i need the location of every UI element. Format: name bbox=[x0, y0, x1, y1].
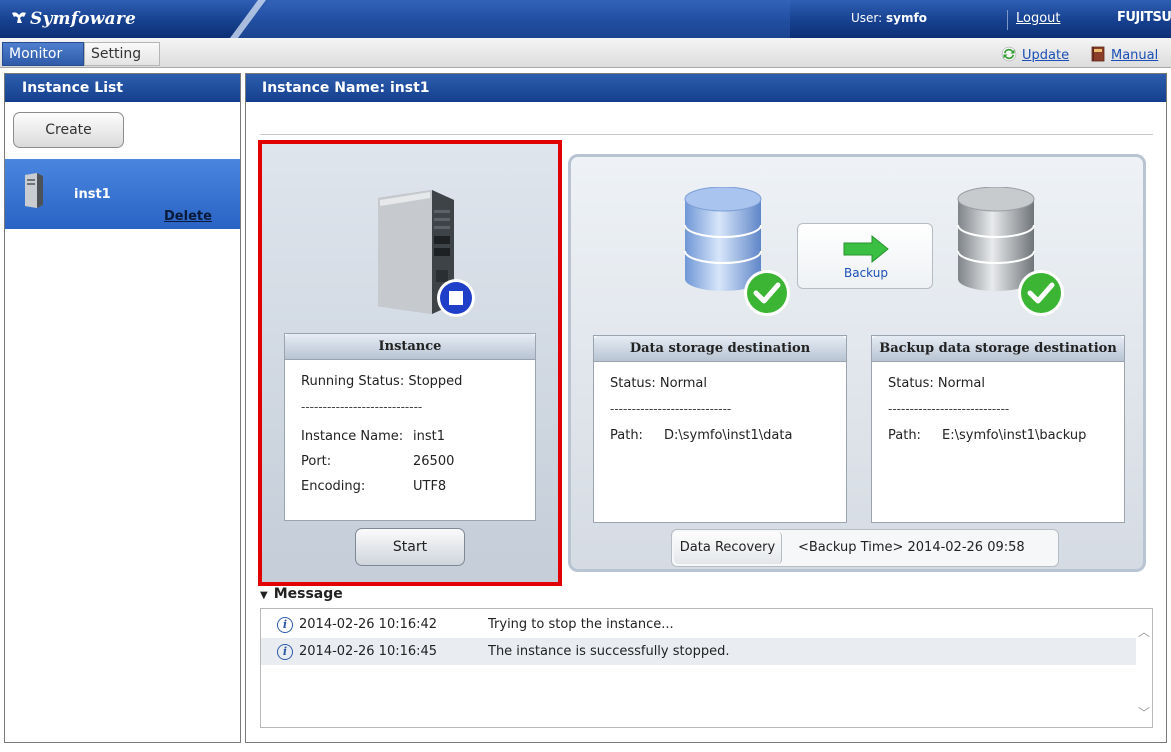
backup-indicator: Backup bbox=[797, 223, 933, 289]
data-status-check-icon bbox=[744, 270, 790, 316]
manual-label: Manual bbox=[1111, 48, 1159, 63]
user-info: User: symfo bbox=[851, 11, 927, 25]
delete-instance-link[interactable]: Delete bbox=[164, 209, 212, 224]
message-section-toggle[interactable]: ▼ Message bbox=[260, 586, 343, 602]
instance-name-row: Instance Name: inst1 bbox=[301, 429, 445, 444]
port-label: Port: bbox=[301, 454, 332, 469]
message-time: 2014-02-26 10:16:42 bbox=[299, 617, 438, 632]
tab-setting[interactable]: Setting bbox=[84, 42, 160, 66]
arrow-right-icon bbox=[843, 234, 889, 264]
manual-link[interactable]: Manual bbox=[1090, 46, 1158, 63]
instance-list-item[interactable]: inst1 Delete bbox=[5, 159, 240, 229]
backup-status-check-icon bbox=[1018, 270, 1064, 316]
data-storage-path-label: Path: bbox=[610, 428, 643, 443]
backup-storage-path-label: Path: bbox=[888, 428, 921, 443]
data-recovery-bar: Data Recovery <Backup Time> 2014-02-26 0… bbox=[671, 529, 1059, 567]
port-row: Port: 26500 bbox=[301, 454, 454, 469]
message-list: i 2014-02-26 10:16:42 Trying to stop the… bbox=[260, 608, 1153, 728]
data-storage-path-value: D:\symfo\inst1\data bbox=[664, 428, 793, 443]
message-row: i 2014-02-26 10:16:45 The instance is su… bbox=[261, 638, 1136, 665]
menu-bar: Monitor Setting Update Manual bbox=[0, 38, 1171, 68]
message-title: Message bbox=[273, 586, 343, 602]
data-storage-separator: ---------------------------- bbox=[610, 402, 732, 416]
instance-card-title: Instance bbox=[285, 334, 535, 360]
instance-info-card: Instance Running Status: Stopped -------… bbox=[284, 333, 536, 521]
data-storage-title: Data storage destination bbox=[594, 336, 846, 362]
top-banner: Symfoware User: symfo Logout FUJITSU bbox=[0, 0, 1171, 38]
update-label: Update bbox=[1022, 48, 1070, 63]
data-recovery-button[interactable]: Data Recovery bbox=[674, 532, 782, 564]
symfoware-logo-icon bbox=[12, 12, 26, 23]
instance-status-section: Instance Running Status: Stopped -------… bbox=[258, 140, 562, 586]
logout-link[interactable]: Logout bbox=[1016, 11, 1061, 26]
collapse-triangle-icon: ▼ bbox=[260, 590, 268, 601]
refresh-icon bbox=[1001, 46, 1017, 62]
update-link[interactable]: Update bbox=[1001, 46, 1069, 63]
instance-name: inst1 bbox=[74, 187, 111, 202]
encoding-label: Encoding: bbox=[301, 479, 366, 494]
start-button[interactable]: Start bbox=[355, 528, 465, 566]
info-icon: i bbox=[277, 617, 293, 633]
instance-detail-panel: Instance Name: inst1 Instance Running St… bbox=[245, 73, 1167, 743]
data-storage-path-row: Path: D:\symfo\inst1\data bbox=[610, 428, 792, 443]
user-name: symfo bbox=[886, 11, 927, 25]
instance-separator: ---------------------------- bbox=[301, 400, 423, 414]
scroll-up-icon[interactable]: ︿ bbox=[1138, 623, 1150, 640]
encoding-row: Encoding: UTF8 bbox=[301, 479, 446, 494]
storage-section: Backup Data storage destination Status: … bbox=[568, 154, 1146, 572]
header-divider bbox=[1007, 10, 1008, 30]
instance-detail-title: Instance Name: inst1 bbox=[246, 74, 1166, 102]
backup-storage-title: Backup data storage destination bbox=[872, 336, 1124, 362]
server-icon bbox=[25, 173, 43, 208]
backup-storage-path-row: Path: E:\symfo\inst1\backup bbox=[888, 428, 1086, 443]
info-icon: i bbox=[277, 644, 293, 660]
instance-name-value: inst1 bbox=[413, 429, 445, 444]
user-label: User: bbox=[851, 11, 883, 25]
message-row: i 2014-02-26 10:16:42 Trying to stop the… bbox=[261, 611, 1136, 638]
scroll-down-icon[interactable]: ﹀ bbox=[1138, 704, 1150, 721]
banner-swoosh-decoration bbox=[230, 0, 790, 38]
backup-time: <Backup Time> 2014-02-26 09:58 bbox=[798, 540, 1025, 555]
running-status: Running Status: Stopped bbox=[301, 374, 463, 389]
instance-name-label: Instance Name: bbox=[301, 429, 404, 444]
backup-label: Backup bbox=[844, 266, 888, 280]
backup-storage-path-value: E:\symfo\inst1\backup bbox=[942, 428, 1087, 443]
message-time: 2014-02-26 10:16:45 bbox=[299, 644, 438, 659]
instance-list-title: Instance List bbox=[5, 74, 240, 102]
product-logo: Symfoware bbox=[10, 9, 136, 29]
data-storage-card: Data storage destination Status: Normal … bbox=[593, 335, 847, 523]
create-button[interactable]: Create bbox=[13, 112, 124, 148]
message-text: The instance is successfully stopped. bbox=[488, 644, 730, 659]
encoding-value: UTF8 bbox=[413, 479, 447, 494]
message-text: Trying to stop the instance... bbox=[488, 617, 674, 632]
divider bbox=[260, 134, 1153, 135]
backup-storage-status: Status: Normal bbox=[888, 376, 985, 391]
vendor-logo: FUJITSU bbox=[1117, 10, 1171, 25]
tab-monitor[interactable]: Monitor bbox=[2, 42, 84, 66]
logo-text: Symfoware bbox=[30, 9, 137, 29]
backup-storage-card: Backup data storage destination Status: … bbox=[871, 335, 1125, 523]
instance-list-panel: Instance List Create inst1 Delete bbox=[4, 73, 241, 743]
data-storage-status: Status: Normal bbox=[610, 376, 707, 391]
port-value: 26500 bbox=[413, 454, 455, 469]
stopped-status-icon bbox=[437, 279, 475, 317]
backup-storage-separator: ---------------------------- bbox=[888, 402, 1010, 416]
manual-book-icon bbox=[1091, 46, 1105, 62]
